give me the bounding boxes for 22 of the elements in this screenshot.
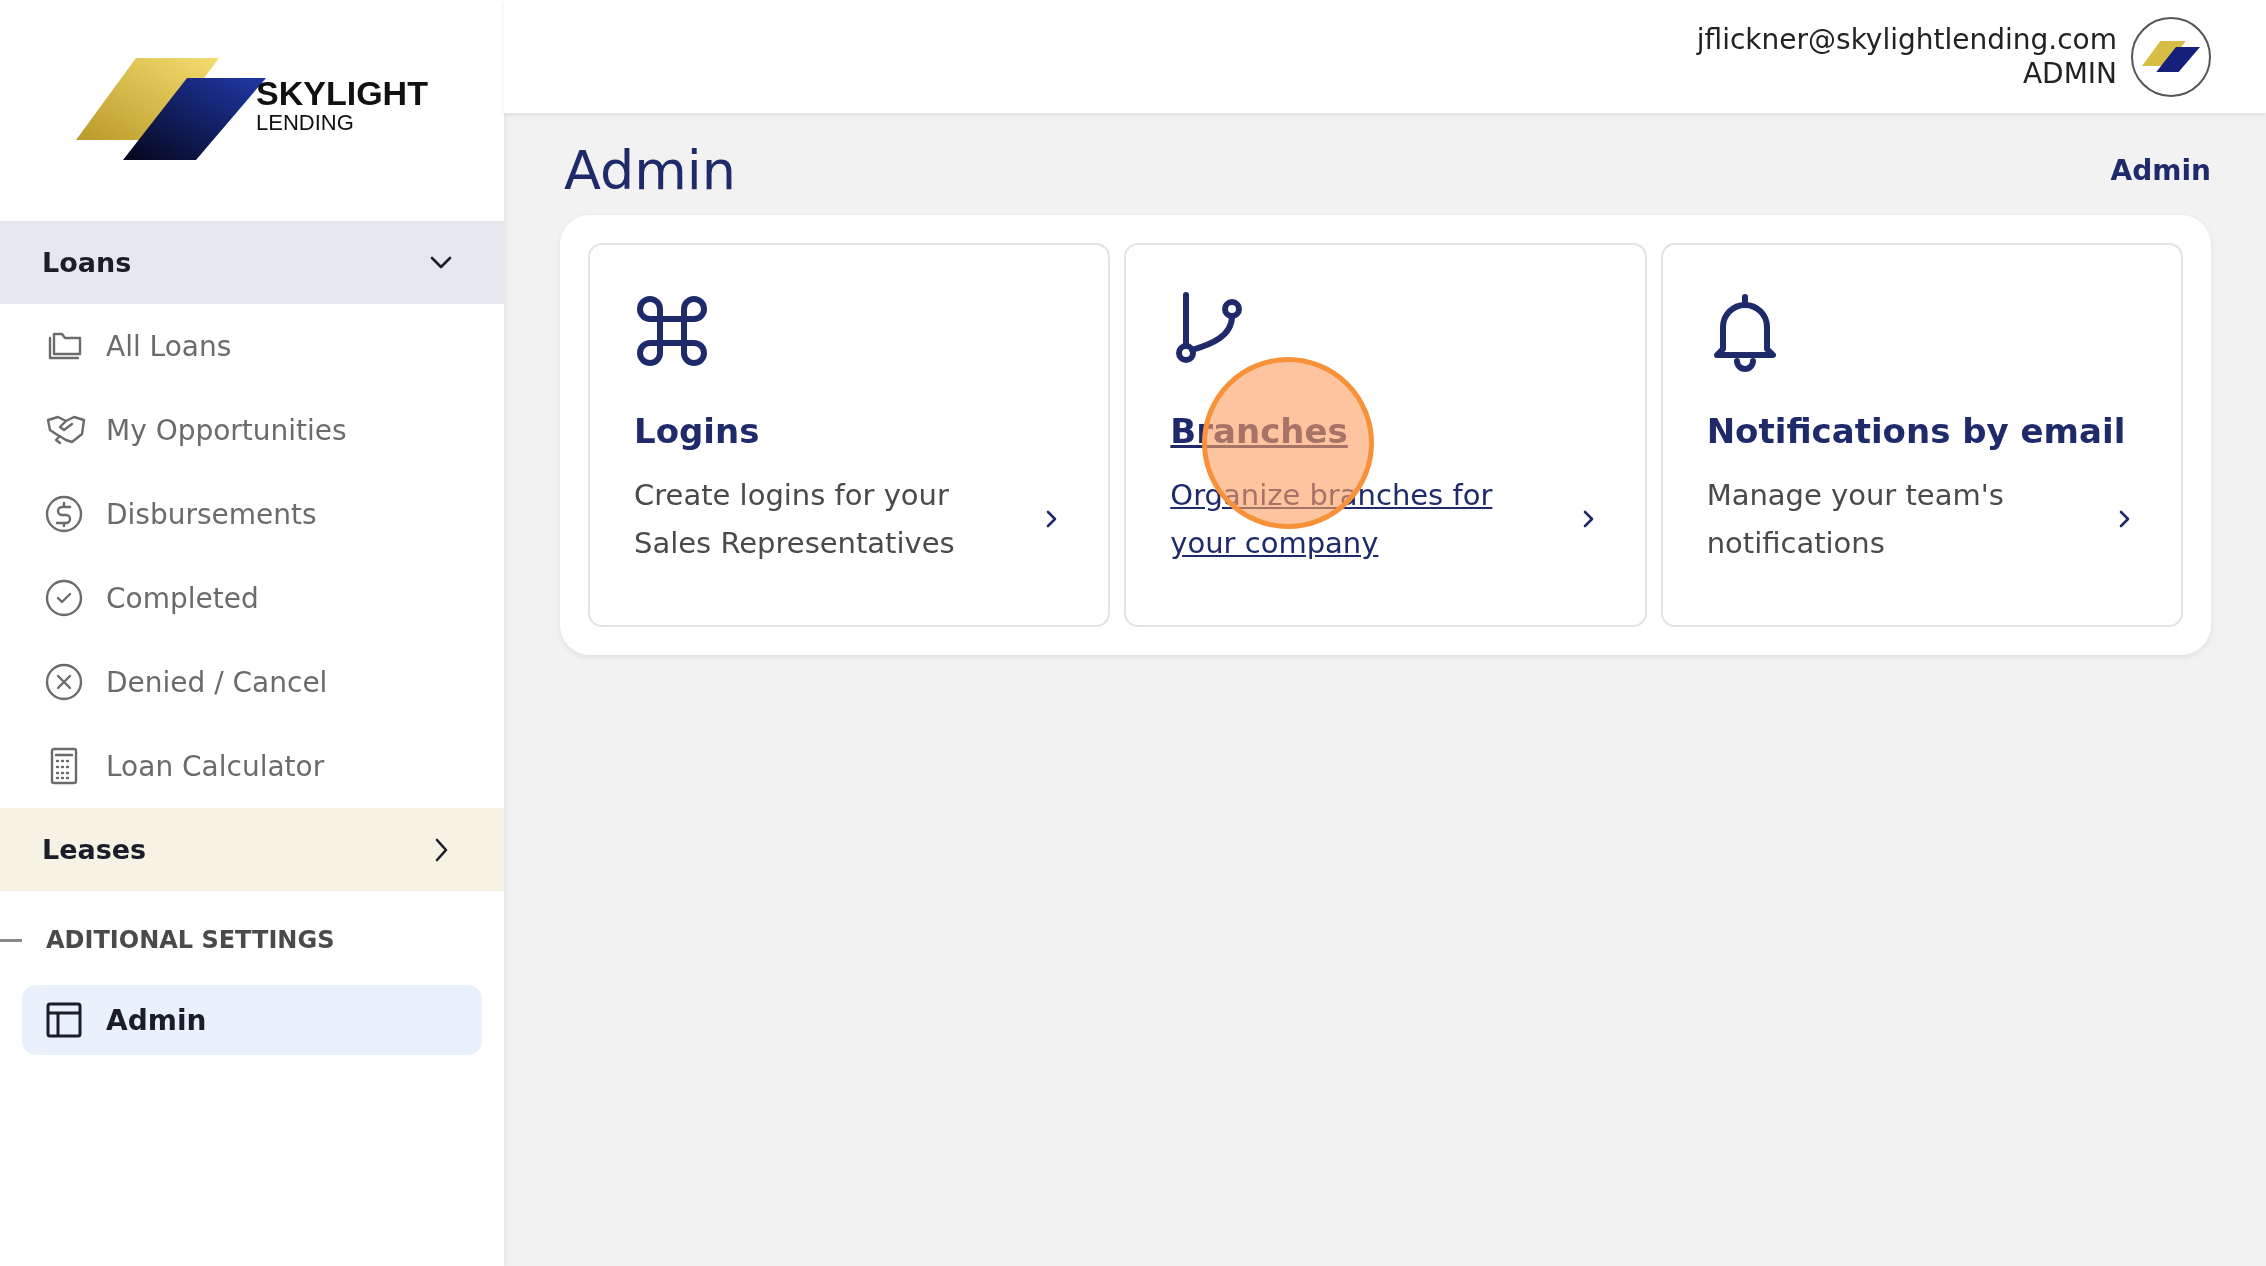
nav-item[interactable]: Loan Calculator (0, 724, 482, 808)
nav-item[interactable]: Completed (0, 556, 482, 640)
nav-item[interactable]: All Loans (0, 304, 482, 388)
card-title: Logins (634, 411, 760, 451)
page-title: Admin (564, 138, 737, 202)
breadcrumb-link[interactable]: Admin (2110, 153, 2211, 187)
section-heading: ADITIONAL SETTINGS (46, 926, 335, 954)
admin-card[interactable]: Notifications by email Manage your team's notifications (1660, 243, 2183, 627)
nav-group-header[interactable]: Leases (0, 808, 504, 891)
admin-card[interactable]: Logins Create logins for your Sales Representatives (588, 243, 1111, 627)
nav-item[interactable]: My Opportunities (0, 388, 482, 472)
card-description: Manage your team's notifications (1706, 477, 2005, 562)
nav-item[interactable]: Denied / Cancel (0, 640, 482, 724)
card-title: Notifications by email (1706, 411, 2126, 451)
nav-item[interactable]: Disbursements (0, 472, 482, 556)
card-description: Create logins for your Sales Representatives (634, 477, 956, 562)
logo-subtitle: LENDING (256, 110, 355, 137)
logo-name: SKYLIGHT (256, 76, 428, 111)
user-role: ADMIN (2022, 56, 2117, 91)
nav-group-header[interactable]: Loans (0, 221, 504, 304)
nav-item[interactable]: Admin (22, 985, 482, 1055)
user-email: jflickner@skylightlending.com (1696, 22, 2117, 57)
